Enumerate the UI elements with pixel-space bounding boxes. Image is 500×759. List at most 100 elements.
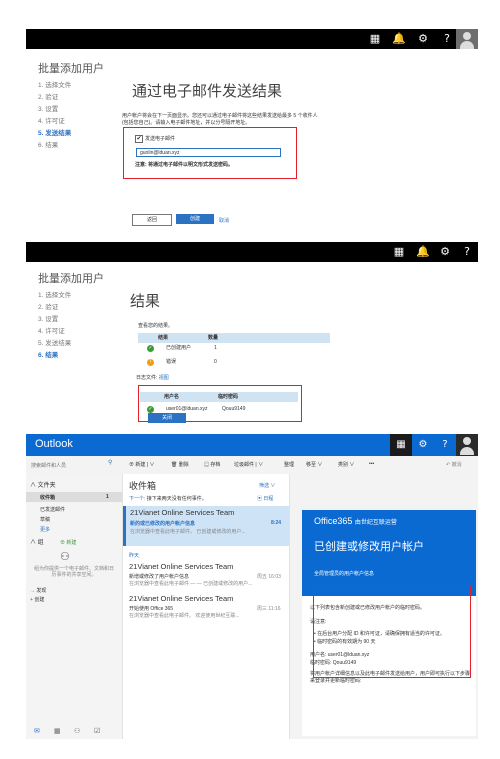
create-button[interactable]: 创建 (176, 214, 214, 224)
step-item[interactable]: 3. 设置 (38, 314, 71, 326)
folder-item-drafts[interactable]: 草稿 (40, 516, 50, 523)
discover-link[interactable]: → 发现 (30, 587, 46, 594)
note-text: 注意: 将通过电子邮件以明文形式发送密码。 (135, 162, 234, 168)
section-heading: 结果 (130, 293, 161, 310)
column-header: 结果 (158, 335, 169, 341)
gear-icon[interactable]: ⚙ (412, 434, 434, 456)
next-label: 下一个: (129, 496, 146, 502)
mail-banner: Office365 由世纪互联运营 已创建或修改用户帐户 全局管理员的用户帐户信… (302, 510, 476, 596)
step-item-current[interactable]: 5. 发送结果 (38, 128, 71, 140)
wizard-steps: 1. 选择文件 2. 验证 3. 设置 4. 许可证 5. 发送结果 6. 结果 (38, 290, 71, 362)
command-junk[interactable]: 垃圾邮件 | ∨ (234, 461, 263, 468)
gear-icon[interactable]: ⚙ (434, 242, 456, 262)
command-bar: ⚲ ⊕ 新建 | ∨ 🗑 删除 ▤ 存档 垃圾邮件 | ∨ 整理 移至 ∨ 类别… (26, 456, 478, 475)
cancel-link[interactable]: 取消 (219, 217, 229, 224)
message-subject: 新增或修改了用户帐户信息 (129, 574, 190, 580)
highlight-box (313, 585, 471, 678)
notification-icon[interactable]: 🔔 (412, 242, 434, 262)
groups-header[interactable]: ∧ 组 (30, 537, 44, 546)
create-link[interactable]: + 创建 (30, 596, 44, 603)
mail-icon[interactable]: ✉ (34, 727, 40, 735)
avatar[interactable] (456, 29, 478, 49)
step-item[interactable]: 4. 许可证 (38, 326, 71, 338)
log-view-link[interactable]: 视图 (159, 375, 169, 381)
list-item[interactable]: 21Vianet Online Services Team 新的或已修改的用户帐… (123, 506, 289, 546)
log-file-label: 日志文件: 视图 (136, 374, 169, 381)
message-subject: 新的或已修改的用户帐户信息 (130, 521, 196, 527)
folder-item-more[interactable]: 更多 (40, 526, 50, 533)
instruction-text: 用户帐户将会在下一页面显示。您还可以通过电子邮件将这些结果发送给最多 5 个收件… (122, 113, 318, 126)
page-title: 批量添加用户 (38, 63, 104, 75)
step-item[interactable]: 4. 许可证 (38, 116, 71, 128)
admin-topbar-1: ▦ 🔔 ⚙ ? (26, 29, 478, 49)
command-sweep[interactable]: 整理 (284, 461, 294, 468)
inbox-title: 收件箱 (129, 481, 157, 491)
tasks-icon[interactable]: ☑ (94, 727, 100, 735)
help-icon[interactable]: ? (436, 29, 458, 49)
grid-icon[interactable]: ▦ (388, 242, 410, 262)
avatar[interactable] (456, 434, 478, 456)
folder-item-sent[interactable]: 已发送邮件 (40, 506, 65, 513)
notification-icon[interactable]: 🔔 (388, 29, 410, 49)
command-delete[interactable]: 🗑 删除 (171, 461, 189, 468)
message-preview: 在浏览器中查看此电子邮件。 欢迎使用世纪互联... (129, 613, 240, 619)
more-icon[interactable]: ••• (369, 461, 374, 467)
calendar-icon[interactable]: ▦ (54, 727, 61, 735)
command-new[interactable]: ⊕ 新建 | ∨ (129, 461, 154, 468)
warning-icon: ! (147, 359, 154, 366)
message-time: 8:24 (271, 520, 282, 526)
step-item[interactable]: 2. 验证 (38, 302, 71, 314)
step-item[interactable]: 5. 发送结果 (38, 338, 71, 350)
column-header: 临时密码 (218, 394, 239, 400)
search-icon[interactable]: ⚲ (108, 459, 112, 466)
next-event-bar: 下一个: 接下来两天没有任何事件。 (129, 495, 207, 502)
chevron-up-icon: ∧ (30, 483, 38, 489)
message-sender: 21Vianet Online Services Team (130, 508, 235, 517)
view-results-text: 查看您的结果。 (138, 323, 174, 329)
folder-pane: ∧ 文件夹 收件箱 1 已发送邮件 草稿 更多 ∧ 组 ⊕ 新建 ⚇ 组为你提供… (26, 474, 123, 739)
send-email-checkbox[interactable]: ✔ (135, 135, 143, 143)
step-item[interactable]: 3. 设置 (38, 104, 71, 116)
filter-dropdown[interactable]: 筛选 ∨ (259, 482, 275, 489)
log-label: 日志文件: (136, 375, 158, 381)
checkbox-label: 发送电子邮件 (145, 136, 176, 142)
agenda-button[interactable]: ▣ 日程 (257, 495, 273, 502)
message-sender: 21Vianet Online Services Team (129, 562, 234, 571)
module-switcher: ✉ ▦ ⚇ ☑ (26, 727, 122, 739)
admin-topbar-2: ▦ 🔔 ⚙ ? (26, 242, 478, 262)
table-cell: 错误 (166, 359, 177, 365)
close-button[interactable]: 关闭 (148, 413, 186, 423)
help-icon[interactable]: ? (434, 434, 456, 456)
step-item[interactable]: 6. 结果 (38, 140, 71, 152)
grid-icon[interactable]: ▦ (364, 29, 386, 49)
table-cell: 已创建用户 (166, 345, 192, 351)
groups-hint: 组为你提供一个电子邮件、文档和日历事件的共享空间。 (34, 566, 115, 578)
folder-item-inbox[interactable]: 收件箱 1 (26, 492, 122, 502)
message-preview: 在浏览器中查看此电子邮件 — — 已创建或修改的用户... (129, 581, 253, 587)
list-item[interactable]: 21Vianet Online Services Team 新增或修改了用户帐户… (123, 560, 289, 590)
command-move[interactable]: 移至 ∨ (306, 461, 322, 468)
command-categories[interactable]: 类别 ∨ (338, 461, 354, 468)
step-item[interactable]: 1. 选择文件 (38, 80, 71, 92)
step-item[interactable]: 2. 验证 (38, 92, 71, 104)
back-button[interactable]: 返回 (132, 214, 172, 226)
groups-new-button[interactable]: ⊕ 新建 (60, 539, 76, 546)
groups-icon: ⚇ (60, 551, 70, 563)
list-item[interactable]: 21Vianet Online Services Team 开始使用 Offic… (123, 592, 289, 622)
step-item[interactable]: 1. 选择文件 (38, 290, 71, 302)
section-heading: 通过电子邮件发送结果 (132, 83, 283, 100)
people-icon[interactable]: ⚇ (74, 727, 80, 735)
step-item-current[interactable]: 6. 结果 (38, 350, 71, 362)
grid-icon[interactable]: ▦ (390, 434, 412, 456)
message-time: 周三 11:16 (257, 606, 281, 612)
undo-button[interactable]: ↶ 撤消 (446, 461, 462, 468)
folders-header[interactable]: ∧ 文件夹 (30, 480, 56, 489)
command-archive[interactable]: ▤ 存档 (204, 461, 220, 468)
gear-icon[interactable]: ⚙ (412, 29, 434, 49)
table-cell: Qouu9149 (222, 406, 246, 412)
app-title[interactable]: Outlook (35, 438, 73, 450)
message-time: 周五 16:03 (257, 574, 281, 580)
email-input[interactable] (136, 148, 281, 157)
help-icon[interactable]: ? (456, 242, 478, 262)
wizard-steps: 1. 选择文件 2. 验证 3. 设置 4. 许可证 5. 发送结果 6. 结果 (38, 80, 71, 152)
